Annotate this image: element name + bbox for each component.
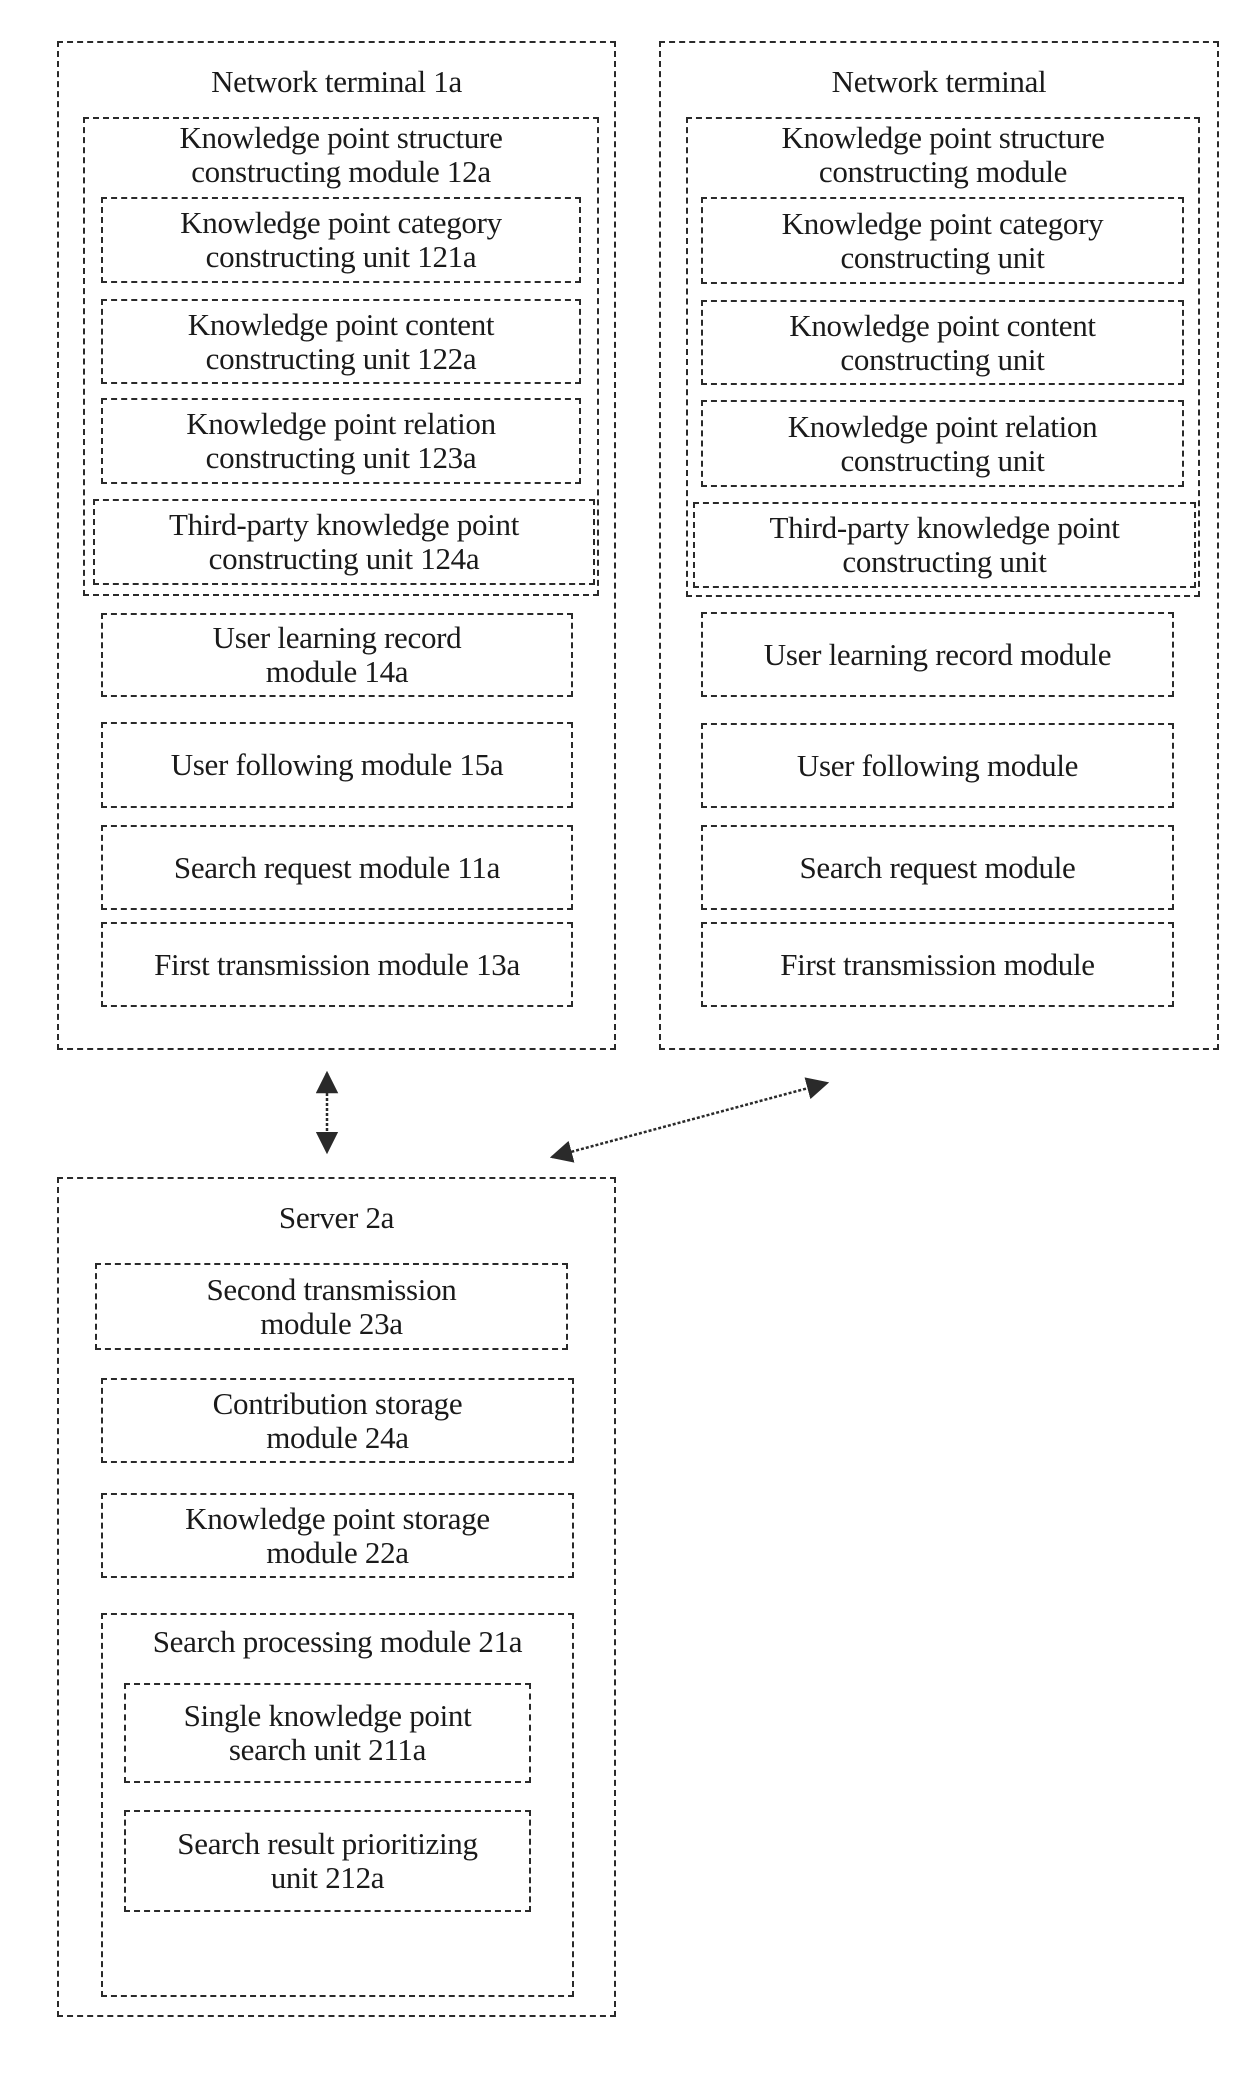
user-learning-record-module-14a: User learning record module 14a bbox=[101, 613, 573, 697]
user-following-module-15a: User following module 15a bbox=[101, 722, 573, 808]
search-request-module-11a: Search request module 11a bbox=[101, 825, 573, 910]
content-unit-122a: Knowledge point content constructing unit… bbox=[101, 299, 581, 384]
module-label-line2: module 24a bbox=[266, 1419, 409, 1455]
module-label: Search request module bbox=[799, 849, 1076, 885]
unit-label-line2: constructing unit 123a bbox=[205, 440, 477, 475]
unit-label-line1: Single knowledge point bbox=[183, 1698, 472, 1733]
unit-label-line1: Knowledge point category bbox=[180, 205, 502, 240]
second-transmission-module-23a: Second transmission module 23a bbox=[95, 1263, 568, 1350]
module-label-line1: Second transmission bbox=[206, 1271, 457, 1307]
terminal-2-title: Network terminal bbox=[831, 64, 1047, 99]
search-processing-module-21a: Search processing module 21a bbox=[101, 1613, 574, 1997]
content-unit: Knowledge point content constructing unit bbox=[701, 300, 1184, 385]
module-label-line2: module 23a bbox=[260, 1305, 403, 1341]
unit-label-line1: Search result prioritizing bbox=[177, 1826, 478, 1861]
unit-label-line2: search unit 211a bbox=[228, 1732, 427, 1767]
server-title: Server 2a bbox=[278, 1200, 395, 1235]
unit-label-line2: constructing unit 124a bbox=[208, 541, 480, 576]
unit-label-line2: constructing unit bbox=[840, 442, 1045, 478]
unit-label-line2: constructing unit bbox=[840, 239, 1045, 275]
third-party-unit-124a: Third-party knowledge point constructing … bbox=[93, 499, 595, 585]
unit-label-line2: constructing unit 122a bbox=[205, 340, 477, 376]
unit-label-line1: Knowledge point relation bbox=[186, 406, 496, 441]
structure-module-title-line2: constructing module 12a bbox=[191, 154, 491, 189]
module-label: First transmission module 13a bbox=[154, 946, 520, 982]
search-processing-title: Search processing module 21a bbox=[152, 1624, 523, 1659]
terminal-1a-title: Network terminal 1a bbox=[211, 64, 462, 99]
module-label-line1: Knowledge point storage bbox=[185, 1500, 490, 1536]
category-unit-121a: Knowledge point category constructing uni… bbox=[101, 197, 581, 283]
relation-unit: Knowledge point relation constructing uni… bbox=[701, 400, 1184, 487]
unit-label-line1: Knowledge point relation bbox=[787, 408, 1098, 444]
structure-module-title-line2: constructing module bbox=[818, 154, 1068, 189]
module-label-line1: Contribution storage bbox=[212, 1385, 463, 1421]
unit-label-line1: Third-party knowledge point bbox=[769, 510, 1120, 545]
module-label: User following module 15a bbox=[170, 747, 504, 782]
unit-label-line1: Knowledge point content bbox=[187, 306, 495, 342]
unit-label-line1: Knowledge point content bbox=[789, 307, 1096, 343]
unit-label-line1: Knowledge point category bbox=[781, 205, 1104, 241]
first-transmission-module: First transmission module bbox=[701, 922, 1174, 1007]
single-knowledge-point-search-unit-211a: Single knowledge point search unit 211a bbox=[124, 1683, 531, 1783]
first-transmission-module-13a: First transmission module 13a bbox=[101, 922, 573, 1007]
structure-module-title-line1: Knowledge point structure bbox=[781, 120, 1105, 155]
contribution-storage-module-24a: Contribution storage module 24a bbox=[101, 1378, 574, 1463]
unit-label-line2: constructing unit 121a bbox=[205, 239, 477, 274]
third-party-unit: Third-party knowledge point constructing … bbox=[693, 502, 1196, 588]
module-label-line1: User learning record bbox=[212, 620, 462, 655]
unit-label-line2: unit 212a bbox=[270, 1860, 385, 1895]
module-label-line2: module 22a bbox=[266, 1534, 409, 1570]
unit-label-line2: constructing unit bbox=[840, 341, 1045, 377]
module-label: First transmission module bbox=[780, 946, 1095, 982]
category-unit: Knowledge point category constructing uni… bbox=[701, 197, 1184, 284]
module-label-line2: module 14a bbox=[265, 654, 409, 689]
unit-label-line2: constructing unit bbox=[842, 544, 1047, 579]
knowledge-point-storage-module-22a: Knowledge point storage module 22a bbox=[101, 1493, 574, 1578]
module-label: User learning record module bbox=[763, 636, 1112, 672]
module-label: User following module bbox=[796, 747, 1079, 783]
unit-label-line1: Third-party knowledge point bbox=[168, 507, 520, 542]
search-result-prioritizing-unit-212a: Search result prioritizing unit 212a bbox=[124, 1810, 531, 1912]
structure-module-title-line1: Knowledge point structure bbox=[179, 120, 503, 155]
module-label: Search request module 11a bbox=[173, 849, 501, 885]
relation-unit-123a: Knowledge point relation constructing uni… bbox=[101, 398, 581, 484]
user-following-module: User following module bbox=[701, 723, 1174, 808]
search-request-module: Search request module bbox=[701, 825, 1174, 910]
terminal-2-server-arrow bbox=[549, 1077, 830, 1163]
user-learning-record-module: User learning record module bbox=[701, 612, 1174, 697]
